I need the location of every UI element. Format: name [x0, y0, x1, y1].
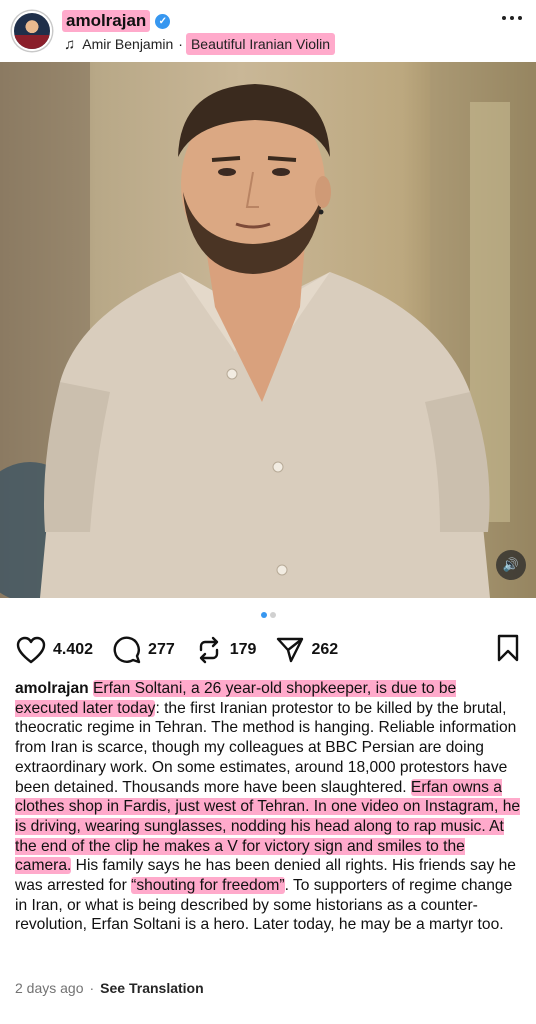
music-artist[interactable]: Amir Benjamin [82, 36, 173, 52]
username[interactable]: amolrajan [62, 10, 151, 32]
separator: · [178, 36, 183, 52]
carousel-dot [269, 612, 276, 618]
comment-icon [113, 636, 141, 664]
portrait-illustration [0, 62, 536, 598]
like-button[interactable]: 4.402 [16, 636, 93, 664]
action-bar: 4.402 277 179 262 [16, 634, 520, 666]
post-header: amolrajan ✓ ♫ Amir Benjamin · Beautiful … [0, 0, 536, 62]
music-note-icon: ♫ [64, 35, 76, 53]
likes-count: 4.402 [53, 641, 94, 658]
reposts-count: 179 [229, 641, 257, 658]
repost-icon [199, 636, 218, 664]
shares-count: 262 [311, 641, 339, 658]
save-button[interactable] [496, 634, 520, 667]
avatar[interactable] [12, 11, 52, 51]
comment-button[interactable]: 277 [113, 636, 175, 664]
music-title[interactable]: Beautiful Iranian Violin [185, 33, 336, 55]
see-translation-link[interactable]: See Translation [100, 980, 203, 996]
username-row: amolrajan ✓ [62, 10, 171, 32]
post-caption: amolrajan Erfan Soltani, a 26 year-old s… [15, 679, 523, 935]
heart-icon [16, 636, 46, 664]
share-button[interactable]: 262 [276, 636, 338, 664]
post-timestamp: 2 days ago [15, 980, 84, 996]
footer-separator: · [89, 980, 95, 996]
volume-icon[interactable]: 🔊 [496, 550, 526, 580]
verified-badge-icon: ✓ [155, 13, 171, 29]
share-icon [277, 637, 304, 663]
bookmark-icon [497, 634, 519, 661]
carousel-dot-active [260, 612, 267, 618]
caption-username[interactable]: amolrajan [15, 680, 93, 697]
caption-highlight-3: “shouting for freedom” [131, 877, 285, 895]
carousel-indicator [0, 612, 536, 618]
comments-count: 277 [148, 641, 175, 658]
post-footer: 2 days ago · See Translation [15, 980, 204, 996]
more-options-icon[interactable] [502, 16, 522, 20]
audio-attribution[interactable]: ♫ Amir Benjamin · Beautiful Iranian Viol… [64, 33, 336, 55]
repost-button[interactable]: 179 [195, 636, 257, 664]
post-image[interactable]: 🔊 [0, 62, 536, 598]
